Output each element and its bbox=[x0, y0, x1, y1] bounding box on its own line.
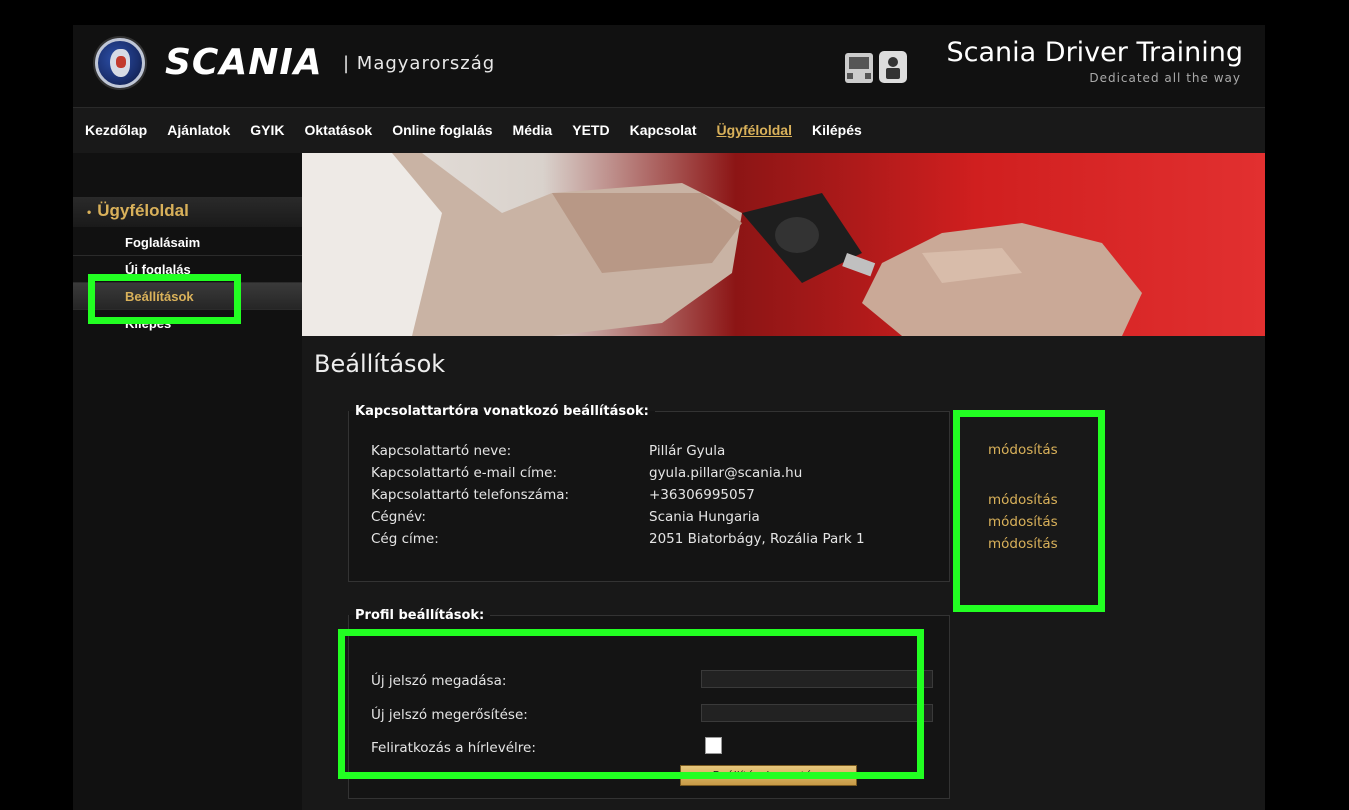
profile-settings-legend: Profil beállítások: bbox=[355, 608, 485, 623]
nav-item-oktatasok[interactable]: Oktatások bbox=[294, 108, 382, 138]
nav-item-media[interactable]: Média bbox=[503, 108, 563, 138]
company-name-value: Scania Hungaria bbox=[649, 509, 760, 525]
contact-email-value: gyula.pillar@scania.hu bbox=[649, 465, 803, 481]
site-title: Scania Driver Training bbox=[946, 37, 1243, 68]
page-title: Beállítások bbox=[314, 350, 446, 378]
site-tagline: Dedicated all the way bbox=[1089, 71, 1241, 85]
profile-settings-fieldset: Profil beállítások: Új jelszó megadása: … bbox=[348, 608, 950, 799]
sidebar-item-beallitasok[interactable]: Beállítások bbox=[73, 283, 302, 310]
scania-griffin-logo-icon[interactable] bbox=[95, 38, 145, 88]
main-content: Beállítások Kapcsolattartóra vonatkozó b… bbox=[302, 336, 1265, 810]
nav-item-yetd[interactable]: YETD bbox=[562, 108, 619, 138]
sidebar-heading[interactable]: • Ügyféloldal bbox=[73, 197, 302, 227]
confirm-password-label: Új jelszó megerősítése: bbox=[371, 707, 528, 723]
company-address-value: 2051 Biatorbágy, Rozália Park 1 bbox=[649, 531, 865, 547]
contact-email-label: Kapcsolattartó e-mail címe: bbox=[371, 465, 558, 481]
edit-company-address-link[interactable]: módosítás bbox=[988, 536, 1058, 552]
company-address-label: Cég címe: bbox=[371, 531, 439, 547]
contact-name-value: Pillár Gyula bbox=[649, 443, 726, 459]
sidebar-item-foglalasaim[interactable]: Foglalásaim bbox=[73, 229, 302, 256]
region-label: | Magyarország bbox=[343, 53, 496, 74]
nav-item-ajanlatok[interactable]: Ajánlatok bbox=[157, 108, 240, 138]
edit-company-name-link[interactable]: módosítás bbox=[988, 514, 1058, 530]
contact-phone-value: +36306995057 bbox=[649, 487, 755, 503]
bullet-icon: • bbox=[87, 205, 92, 219]
brand-logo-text[interactable]: SCANIA bbox=[165, 42, 323, 83]
page-container: SCANIA | Magyarország Scania Driver Trai… bbox=[73, 25, 1265, 810]
nav-item-ugyfeloldal[interactable]: Ügyféloldal bbox=[707, 108, 802, 138]
save-settings-button[interactable]: Beállítások mentése bbox=[680, 765, 857, 786]
nav-item-kilepes[interactable]: Kilépés bbox=[802, 108, 872, 138]
nav-item-gyik[interactable]: GYIK bbox=[240, 108, 294, 138]
nav-item-kezdolap[interactable]: Kezdőlap bbox=[75, 108, 157, 138]
nav-item-online-foglalas[interactable]: Online foglalás bbox=[382, 108, 502, 138]
header: SCANIA | Magyarország Scania Driver Trai… bbox=[73, 25, 1265, 107]
newsletter-checkbox[interactable] bbox=[705, 737, 722, 754]
newsletter-label: Feliratkozás a hírlevélre: bbox=[371, 740, 536, 756]
edit-contact-phone-link[interactable]: módosítás bbox=[988, 492, 1058, 508]
edit-contact-name-link[interactable]: módosítás bbox=[988, 442, 1058, 458]
contact-name-label: Kapcsolattartó neve: bbox=[371, 443, 512, 459]
driver-training-icon bbox=[845, 51, 907, 83]
contact-settings-fieldset: Kapcsolattartóra vonatkozó beállítások: … bbox=[348, 404, 950, 582]
confirm-password-input[interactable] bbox=[701, 704, 933, 722]
sidebar: • Ügyféloldal Foglalásaim Új foglalás Beá… bbox=[73, 153, 302, 810]
new-password-input[interactable] bbox=[701, 670, 933, 688]
company-name-label: Cégnév: bbox=[371, 509, 426, 525]
banner-image bbox=[302, 153, 1265, 336]
sidebar-item-uj-foglalas[interactable]: Új foglalás bbox=[73, 256, 302, 283]
contact-phone-label: Kapcsolattartó telefonszáma: bbox=[371, 487, 570, 503]
contact-settings-legend: Kapcsolattartóra vonatkozó beállítások: bbox=[355, 404, 649, 419]
sidebar-item-kilepes[interactable]: Kilépés bbox=[73, 310, 302, 337]
sidebar-heading-label: Ügyféloldal bbox=[97, 201, 189, 220]
main-nav: Kezdőlap Ajánlatok GYIK Oktatások Online… bbox=[73, 107, 1265, 153]
nav-item-kapcsolat[interactable]: Kapcsolat bbox=[620, 108, 707, 138]
new-password-label: Új jelszó megadása: bbox=[371, 673, 507, 689]
